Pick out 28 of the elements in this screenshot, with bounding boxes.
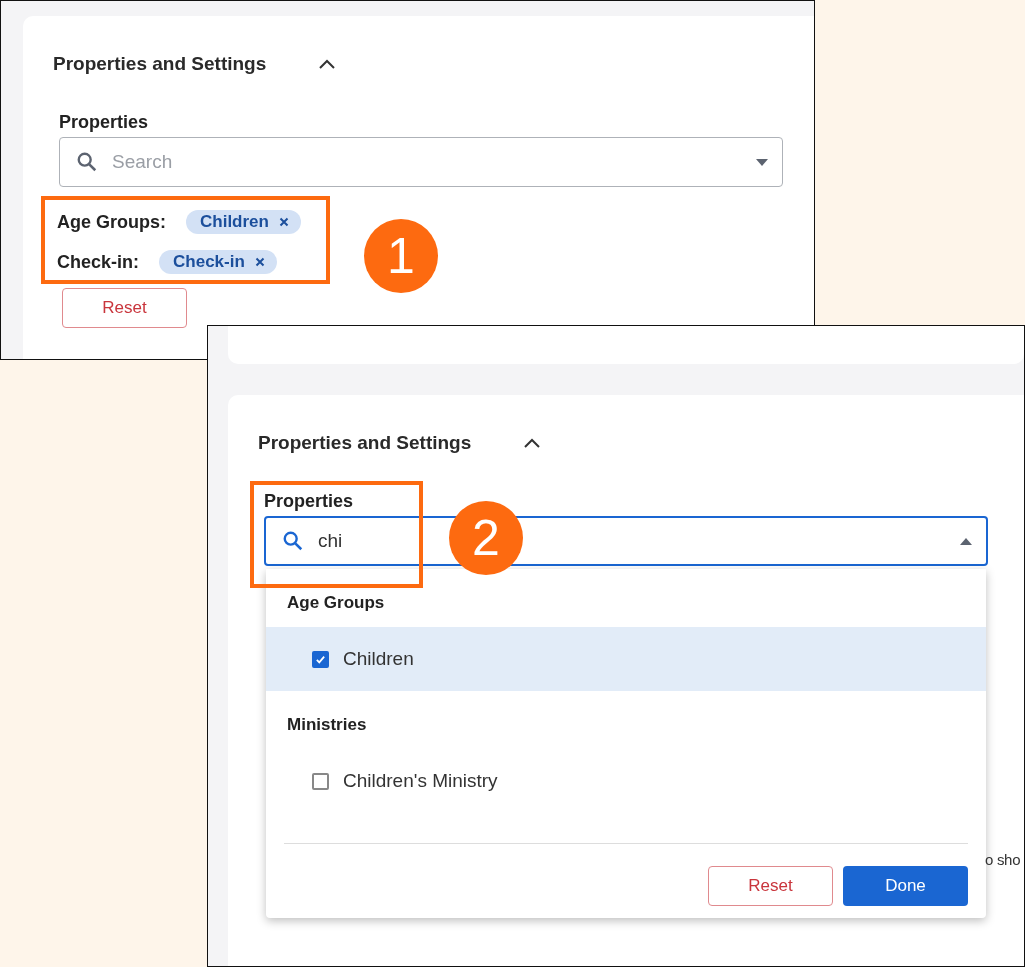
search-icon: [282, 530, 304, 552]
field-label: Properties: [59, 112, 150, 133]
checkbox[interactable]: [312, 772, 329, 790]
group-heading: Ministries: [286, 714, 368, 736]
reset-button[interactable]: Reset: [708, 866, 833, 906]
filter-label: Check-in:: [57, 251, 139, 273]
section-title: Properties and Settings: [258, 432, 472, 454]
tag-text: Children: [200, 212, 269, 232]
section-title: Properties and Settings: [53, 53, 267, 75]
group-heading: Age Groups: [286, 592, 386, 614]
chevron-icon[interactable]: [318, 58, 337, 70]
search-field[interactable]: Search: [59, 137, 783, 187]
search-icon: [76, 151, 98, 173]
done-button[interactable]: Done: [843, 866, 968, 906]
field-label: Properties: [264, 491, 355, 512]
option-item[interactable]: Children's Ministry: [266, 749, 986, 813]
checkbox[interactable]: [312, 650, 329, 668]
reset-button[interactable]: Reset: [62, 288, 187, 328]
close-icon[interactable]: [278, 217, 289, 227]
search-input[interactable]: Search: [112, 151, 756, 173]
caret-icon: [756, 158, 768, 166]
chevron-icon[interactable]: [523, 437, 542, 449]
caret-icon: [960, 537, 972, 545]
filter-label: Age Groups:: [57, 211, 166, 233]
tag-text: Check-in: [173, 252, 245, 272]
close-icon[interactable]: [254, 257, 265, 267]
option-item[interactable]: Children: [266, 627, 986, 691]
description-text: o sho: [985, 851, 1021, 868]
